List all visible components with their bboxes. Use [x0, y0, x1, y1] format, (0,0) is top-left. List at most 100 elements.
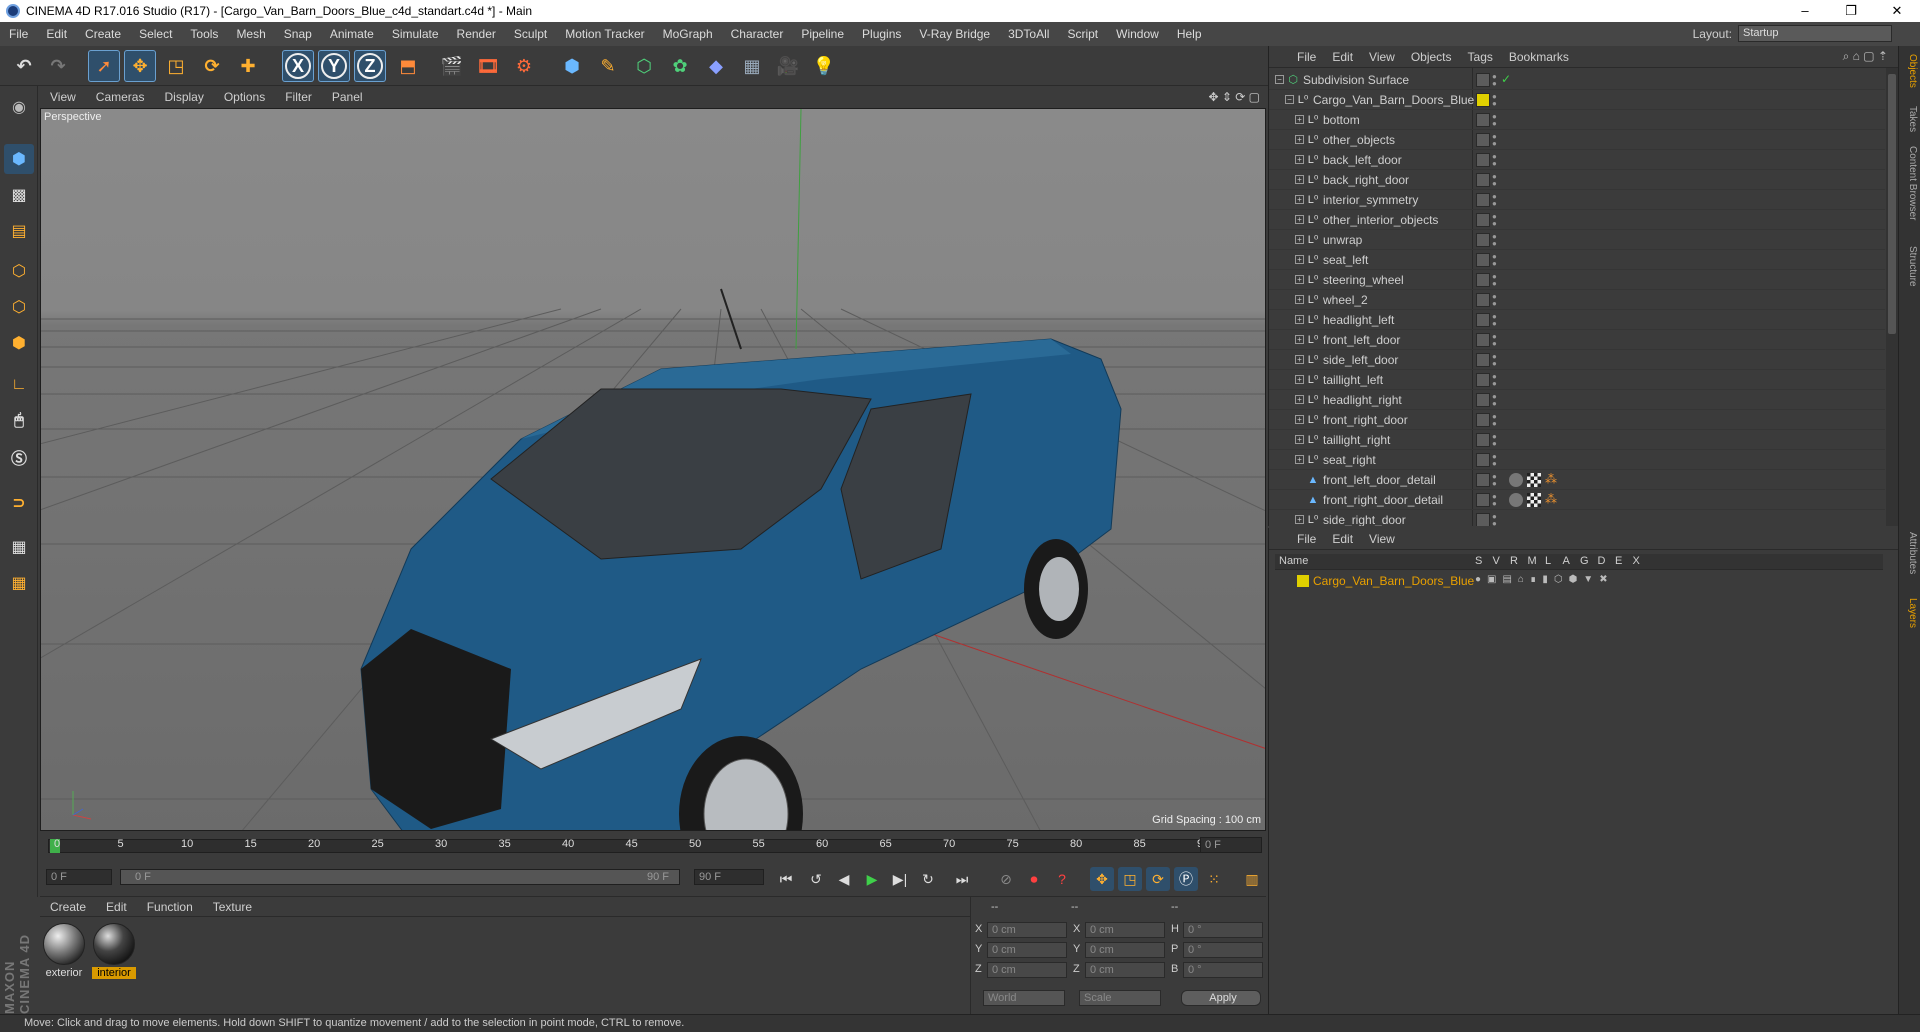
- expand-toggle[interactable]: +: [1295, 275, 1304, 284]
- menu-plugins[interactable]: Plugins: [853, 27, 910, 41]
- tweak-mode-icon[interactable]: 🖱: [4, 406, 34, 436]
- object-row[interactable]: + L⁰ headlight_right ● ●: [1269, 390, 1885, 410]
- menu-file[interactable]: File: [0, 27, 37, 41]
- object-row[interactable]: + L⁰ taillight_left ● ●: [1269, 370, 1885, 390]
- visibility-dots[interactable]: ● ●: [1492, 93, 1498, 108]
- object-row[interactable]: + L⁰ other_objects ● ●: [1269, 130, 1885, 150]
- viewport-menu-options[interactable]: Options: [214, 90, 275, 104]
- enable-checkbox[interactable]: [1476, 353, 1490, 367]
- spline-pen-icon[interactable]: ✎: [592, 50, 624, 82]
- key-rotation-icon[interactable]: ⟳: [1146, 867, 1170, 891]
- object-row-group[interactable]: − L⁰ Cargo_Van_Barn_Doors_Blue ● ●: [1269, 90, 1885, 110]
- timeline-window-icon[interactable]: ▥: [1240, 867, 1264, 891]
- object-row[interactable]: + L⁰ front_left_door ● ●: [1269, 330, 1885, 350]
- render-settings-icon[interactable]: ⚙: [508, 50, 540, 82]
- enable-checkbox[interactable]: [1476, 453, 1490, 467]
- visibility-dots[interactable]: ● ●: [1492, 193, 1498, 208]
- texture-mode-icon[interactable]: ▩: [4, 180, 34, 210]
- expand-toggle[interactable]: +: [1295, 175, 1304, 184]
- rotate-tool-icon[interactable]: ⟳: [196, 50, 228, 82]
- enable-checkbox[interactable]: [1476, 113, 1490, 127]
- current-frame-field[interactable]: 0 F: [1200, 837, 1262, 853]
- visibility-dots[interactable]: ● ●: [1492, 113, 1498, 128]
- menu-select[interactable]: Select: [130, 27, 181, 41]
- menu-3dtoall[interactable]: 3DToAll: [999, 27, 1058, 41]
- expand-toggle[interactable]: +: [1295, 195, 1304, 204]
- move-tool-icon[interactable]: ✥: [124, 50, 156, 82]
- previous-key-icon[interactable]: ↺: [804, 867, 828, 891]
- pos-y-field[interactable]: 0 cm: [987, 942, 1067, 958]
- enable-checkbox[interactable]: [1476, 273, 1490, 287]
- start-frame-field[interactable]: 0 F: [46, 869, 112, 885]
- menu-tools[interactable]: Tools: [181, 27, 227, 41]
- cloner-icon[interactable]: ✿: [664, 50, 696, 82]
- go-to-start-icon[interactable]: ⏮: [774, 867, 798, 891]
- enable-checkbox[interactable]: [1476, 513, 1490, 526]
- object-row[interactable]: + L⁰ bottom ● ●: [1269, 110, 1885, 130]
- viewport-menu-view[interactable]: View: [40, 90, 86, 104]
- material-menu-function[interactable]: Function: [137, 900, 203, 914]
- model-mode-icon[interactable]: ⬢: [4, 144, 34, 174]
- expand-toggle[interactable]: +: [1295, 315, 1304, 324]
- edges-mode-icon[interactable]: ⬡: [4, 292, 34, 322]
- menu-vray-bridge[interactable]: V-Ray Bridge: [910, 27, 999, 41]
- tab-structure[interactable]: Structure: [1902, 246, 1918, 287]
- expand-toggle[interactable]: +: [1295, 435, 1304, 444]
- object-row[interactable]: + L⁰ side_left_door ● ●: [1269, 350, 1885, 370]
- menu-mograph[interactable]: MoGraph: [654, 27, 722, 41]
- frame-range-slider[interactable]: 0 F 90 F: [120, 869, 680, 885]
- scale-tool-icon[interactable]: ◳: [160, 50, 192, 82]
- layout-dropdown[interactable]: Startup: [1738, 25, 1892, 42]
- object-row[interactable]: + L⁰ front_right_door ● ●: [1269, 410, 1885, 430]
- material-tag-icon[interactable]: [1509, 473, 1523, 487]
- object-row[interactable]: + L⁰ wheel_2 ● ●: [1269, 290, 1885, 310]
- enable-checkbox[interactable]: [1476, 213, 1490, 227]
- transform-tool-icon[interactable]: ✚: [232, 50, 264, 82]
- texture-tag-icon[interactable]: [1527, 473, 1541, 487]
- objects-menu-edit[interactable]: Edit: [1324, 50, 1361, 64]
- material-menu-edit[interactable]: Edit: [96, 900, 137, 914]
- expand-toggle[interactable]: +: [1295, 235, 1304, 244]
- end-frame-field[interactable]: 90 F: [694, 869, 764, 885]
- object-row[interactable]: + L⁰ seat_left ● ●: [1269, 250, 1885, 270]
- key-scale-icon[interactable]: ◳: [1118, 867, 1142, 891]
- expand-toggle[interactable]: +: [1295, 135, 1304, 144]
- enable-checkbox[interactable]: [1476, 193, 1490, 207]
- menu-simulate[interactable]: Simulate: [383, 27, 448, 41]
- object-row[interactable]: + L⁰ back_left_door ● ●: [1269, 150, 1885, 170]
- rot-b-field[interactable]: 0 °: [1183, 962, 1263, 978]
- enable-checkbox[interactable]: [1476, 313, 1490, 327]
- points-mode-icon[interactable]: ⬡: [4, 256, 34, 286]
- enable-checkbox[interactable]: [1476, 253, 1490, 267]
- z-axis-lock-button[interactable]: Z: [354, 50, 386, 82]
- objects-menu-view[interactable]: View: [1361, 50, 1403, 64]
- expand-toggle[interactable]: +: [1295, 295, 1304, 304]
- autokey-icon[interactable]: ⏺: [1022, 867, 1046, 891]
- enable-checkbox[interactable]: [1476, 433, 1490, 447]
- search-home-icons[interactable]: ⌕ ⌂ ▢ ⇡: [1843, 49, 1888, 64]
- expand-toggle[interactable]: +: [1295, 335, 1304, 344]
- object-row[interactable]: ▲ front_left_door_detail ● ● ⁂: [1269, 470, 1885, 490]
- x-axis-lock-button[interactable]: X: [282, 50, 314, 82]
- live-selection-icon[interactable]: ➚: [88, 50, 120, 82]
- layers-menu-view[interactable]: View: [1361, 532, 1403, 546]
- tab-content-browser[interactable]: Content Browser: [1902, 146, 1918, 220]
- visibility-dots[interactable]: ● ●: [1492, 153, 1498, 168]
- size-y-field[interactable]: 0 cm: [1085, 942, 1165, 958]
- rot-h-field[interactable]: 0 °: [1183, 922, 1263, 938]
- uvw-tag-icon[interactable]: ⁂: [1545, 472, 1557, 486]
- coordinate-system-icon[interactable]: ⬒: [392, 50, 424, 82]
- texture-tag-icon[interactable]: [1527, 493, 1541, 507]
- menu-sculpt[interactable]: Sculpt: [505, 27, 556, 41]
- visibility-dots[interactable]: ● ●: [1492, 413, 1498, 428]
- enable-checkbox[interactable]: [1476, 233, 1490, 247]
- visibility-dots[interactable]: ● ●: [1492, 73, 1498, 88]
- camera-icon[interactable]: 🎥: [772, 50, 804, 82]
- perspective-viewport[interactable]: Perspective Grid Spacing : 100 cm: [40, 108, 1266, 831]
- make-editable-icon[interactable]: ◉: [4, 92, 34, 122]
- expand-toggle[interactable]: +: [1295, 515, 1304, 524]
- key-parameter-icon[interactable]: Ⓟ: [1174, 867, 1198, 891]
- workplane-mode-icon[interactable]: ▤: [4, 216, 34, 246]
- close-button[interactable]: ✕: [1874, 0, 1920, 22]
- object-row[interactable]: + L⁰ seat_right ● ●: [1269, 450, 1885, 470]
